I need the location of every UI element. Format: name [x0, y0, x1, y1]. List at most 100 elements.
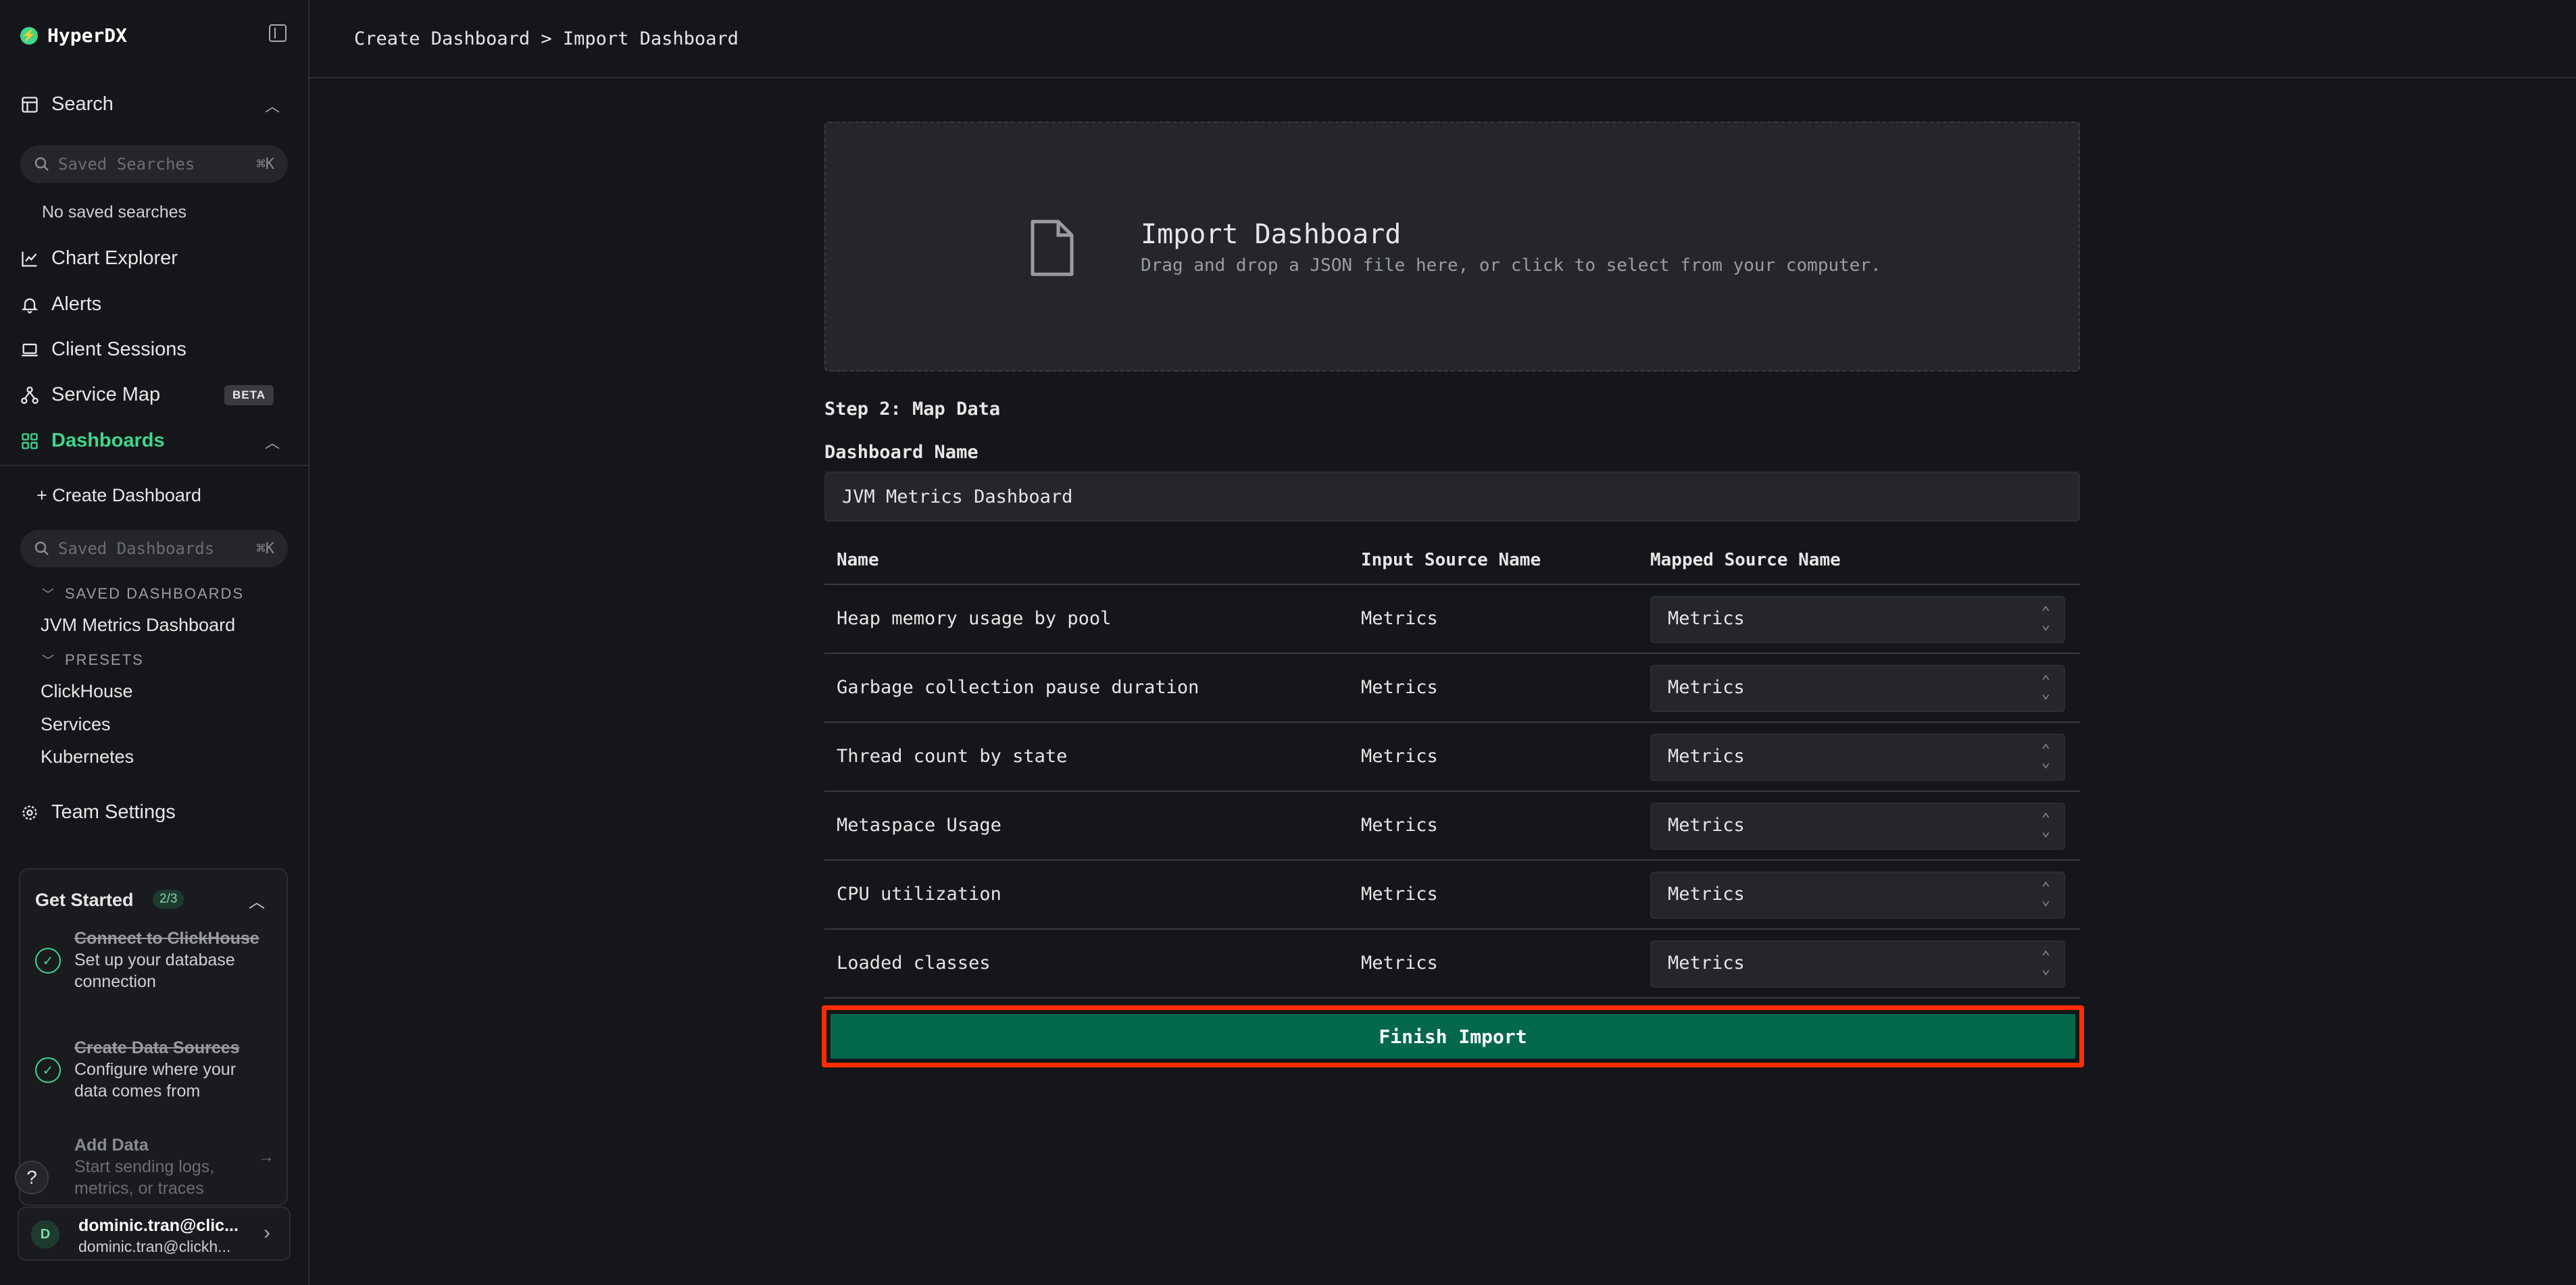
step-desc: Set up your database connection — [74, 951, 235, 991]
table-icon — [22, 96, 38, 113]
chevron-down-icon[interactable]: ﹀ — [42, 651, 54, 669]
chevron-updown-icon: ⌃ ⌄ — [2041, 673, 2050, 702]
column-header: Name — [837, 550, 879, 570]
column-header: Input Source Name — [1361, 550, 1541, 570]
select-value: Metrics — [1668, 608, 1745, 629]
row-name: CPU utilization — [837, 884, 1001, 905]
preset-item[interactable]: Kubernetes — [41, 747, 134, 767]
table-row: Garbage collection pause duration Metric… — [824, 654, 2080, 723]
step-title: Connect to ClickHouse — [74, 929, 259, 948]
check-icon: ✓ — [35, 948, 61, 974]
breadcrumb: Create Dashboard > Import Dashboard — [354, 28, 739, 49]
preset-item[interactable]: Services — [41, 714, 111, 735]
mapping-table: Name Input Source Name Mapped Source Nam… — [824, 540, 2080, 999]
step-desc: Configure where your data comes from — [74, 1060, 237, 1101]
nav-client-sessions[interactable]: Client Sessions — [20, 338, 187, 361]
divider — [0, 465, 309, 466]
nav-chart-explorer[interactable]: Chart Explorer — [20, 247, 178, 270]
finish-import-highlight: Finish Import — [822, 1005, 2084, 1067]
row-input-source: Metrics — [1361, 746, 1438, 767]
chevron-up-icon[interactable]: ︿ — [265, 431, 280, 453]
nav-dashboards[interactable]: Dashboards — [20, 430, 165, 452]
select-value: Metrics — [1668, 884, 1745, 905]
mapped-source-select[interactable]: Metrics ⌃ ⌄ — [1650, 872, 2065, 919]
select-value: Metrics — [1668, 815, 1745, 836]
user-menu[interactable]: D dominic.tran@clic... dominic.tran@clic… — [18, 1207, 291, 1261]
chevron-updown-icon: ⌃ ⌄ — [2041, 880, 2050, 909]
nav-search[interactable]: Search — [20, 93, 114, 116]
app-root: ⚡ HyperDX Search ︿ Saved Searches ⌘K No … — [0, 0, 2576, 1285]
progress-badge: 2/3 — [153, 890, 184, 909]
row-name: Garbage collection pause duration — [837, 677, 1199, 698]
avatar: D — [31, 1220, 59, 1249]
dashboard-name-input[interactable] — [824, 472, 2080, 522]
get-started-step[interactable]: ✓ Connect to ClickHouse Set up your data… — [35, 928, 264, 992]
chevron-up-icon[interactable]: ︿ — [249, 888, 265, 912]
dropzone-subtitle: Drag and drop a JSON file here, or click… — [1141, 255, 1881, 276]
row-input-source: Metrics — [1361, 677, 1438, 698]
topbar: Create Dashboard > Import Dashboard — [309, 0, 2576, 78]
mapped-source-select[interactable]: Metrics ⌃ ⌄ — [1650, 734, 2065, 781]
sidebar: ⚡ HyperDX Search ︿ Saved Searches ⌘K No … — [0, 0, 309, 1285]
get-started-step[interactable]: ✓ Create Data Sources Configure where yo… — [35, 1037, 264, 1102]
grid-icon — [22, 432, 38, 449]
shortcut-hint: ⌘K — [256, 155, 275, 173]
row-name: Thread count by state — [837, 746, 1068, 767]
brand[interactable]: ⚡ HyperDX — [20, 24, 127, 47]
main-content: Create Dashboard > Import Dashboard Impo… — [309, 0, 2576, 1285]
mapped-source-select[interactable]: Metrics ⌃ ⌄ — [1650, 665, 2065, 712]
dashboard-name-label: Dashboard Name — [824, 442, 979, 463]
step-desc: Start sending logs, metrics, or traces — [74, 1157, 215, 1198]
laptop-icon — [22, 343, 38, 356]
table-row: Loaded classes Metrics Metrics ⌃ ⌄ — [824, 930, 2080, 999]
nav-search-label: Search — [51, 93, 114, 115]
row-name: Heap memory usage by pool — [837, 608, 1112, 629]
nav-service-map[interactable]: Service Map — [20, 384, 160, 406]
chevron-down-icon[interactable]: ﹀ — [42, 585, 54, 603]
arrow-right-icon: → — [258, 1148, 274, 1166]
nav-label: Client Sessions — [51, 338, 187, 360]
row-input-source: Metrics — [1361, 608, 1438, 629]
finish-import-button[interactable]: Finish Import — [831, 1014, 2075, 1059]
table-row: CPU utilization Metrics Metrics ⌃ ⌄ — [824, 861, 2080, 930]
step-text: Connect to ClickHouse Set up your databa… — [74, 928, 264, 992]
collapse-sidebar-icon[interactable] — [269, 24, 287, 42]
column-header: Mapped Source Name — [1650, 550, 1841, 570]
saved-searches-placeholder: Saved Searches — [58, 155, 195, 174]
hyperdx-logo-icon: ⚡ — [20, 26, 38, 45]
step-text: Create Data Sources Configure where your… — [74, 1037, 264, 1102]
chart-line-icon — [22, 251, 37, 267]
get-started-step[interactable]: Add Data Start sending logs, metrics, or… — [35, 1134, 274, 1199]
row-input-source: Metrics — [1361, 815, 1438, 836]
nav-alerts[interactable]: Alerts — [20, 293, 101, 316]
row-name: Loaded classes — [837, 953, 991, 974]
mapped-source-select[interactable]: Metrics ⌃ ⌄ — [1650, 940, 2065, 988]
no-saved-searches: No saved searches — [42, 203, 187, 222]
nav-team-settings[interactable]: Team Settings — [20, 801, 176, 824]
brand-name: HyperDX — [47, 24, 128, 47]
chevron-updown-icon: ⌃ ⌄ — [2041, 742, 2050, 771]
nav-label: Team Settings — [51, 801, 176, 823]
saved-dashboards-placeholder: Saved Dashboards — [58, 539, 215, 558]
table-row: Thread count by state Metrics Metrics ⌃ ⌄ — [824, 723, 2080, 792]
saved-dashboards-input[interactable]: Saved Dashboards ⌘K — [20, 530, 288, 568]
get-started-panel: Get Started 2/3 ︿ ✓ Connect to ClickHous… — [19, 868, 288, 1206]
preset-item[interactable]: ClickHouse — [41, 681, 133, 702]
nav-label: Service Map — [51, 384, 161, 405]
create-dashboard-link[interactable]: + Create Dashboard — [36, 485, 201, 506]
nav-label: Alerts — [51, 293, 102, 315]
chevron-up-icon[interactable]: ︿ — [265, 95, 280, 116]
import-dropzone[interactable]: Import Dashboard Drag and drop a JSON fi… — [824, 122, 2080, 372]
select-value: Metrics — [1668, 746, 1745, 767]
help-button[interactable]: ? — [15, 1161, 49, 1194]
mapped-source-select[interactable]: Metrics ⌃ ⌄ — [1650, 596, 2065, 643]
saved-searches-input[interactable]: Saved Searches ⌘K — [20, 145, 288, 183]
step-title: Add Data — [74, 1136, 149, 1155]
table-row: Heap memory usage by pool Metrics Metric… — [824, 585, 2080, 654]
row-input-source: Metrics — [1361, 884, 1438, 905]
file-icon — [1031, 220, 1074, 276]
search-icon — [34, 541, 49, 555]
saved-dashboard-item[interactable]: JVM Metrics Dashboard — [41, 615, 235, 636]
mapped-source-select[interactable]: Metrics ⌃ ⌄ — [1650, 803, 2065, 850]
select-value: Metrics — [1668, 953, 1745, 974]
